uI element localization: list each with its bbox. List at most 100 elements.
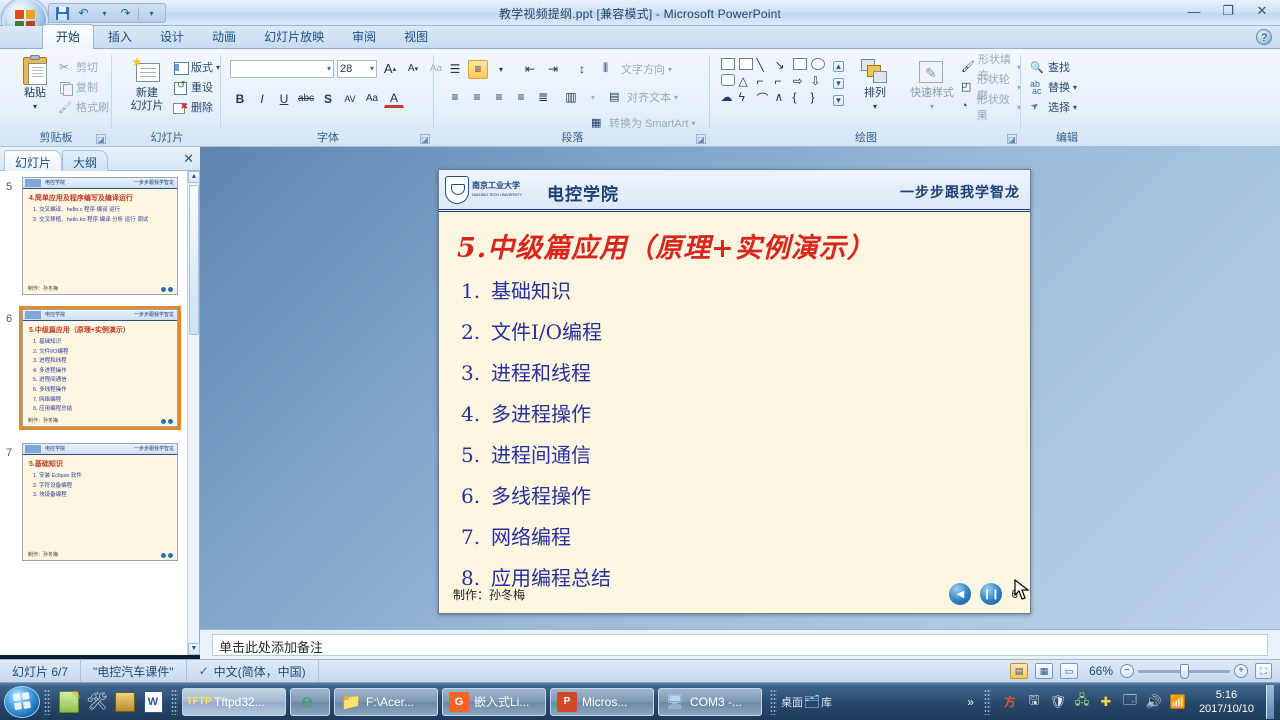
cut-button[interactable]: 剪切 [58,57,109,77]
increase-indent-button[interactable]: ⇥ [543,60,563,79]
toolbar-library-label[interactable]: 库 [821,694,832,710]
numbering-caret-icon[interactable]: ▾ [491,60,511,79]
font-dialog-launcher[interactable]: ◪ [420,134,430,144]
shapes-more-icon[interactable]: ▾ [833,95,844,106]
zoom-level-label[interactable]: 66% [1089,664,1113,678]
shape-arc[interactable]: ∧ [775,90,789,104]
font-color-button[interactable]: A [384,89,404,108]
shape-rounded-rect[interactable] [720,74,735,86]
toolbar-grip[interactable] [44,688,51,715]
zoom-in-button[interactable]: + [1234,664,1248,678]
columns-button[interactable]: ▥ [561,88,581,107]
scroll-thumb[interactable] [189,185,199,335]
library-icon[interactable]: 🗂 [803,693,821,711]
paste-button[interactable]: 粘贴 ▾ [8,55,62,113]
decrease-indent-button[interactable]: ⇤ [520,60,540,79]
scroll-up-icon[interactable]: ▲ [188,171,200,183]
shapes-grid[interactable]: ╲ ↘ △ ⌐ ⌐ ⇨ ⇩ ☁ ϟ ⌒ ∧ { } [719,57,826,106]
notes-input[interactable]: 单击此处添加备注 [212,634,1268,656]
tab-design[interactable]: 设计 [146,24,198,49]
network-icon[interactable]: 🖧 [1073,692,1091,711]
text-direction-button[interactable]: ⫼ 文字方向 ▾ [603,59,672,79]
shape-effects-button[interactable]: ◔ 形状效果 ▾ [961,94,1021,122]
deskband-grip[interactable] [770,688,777,715]
undo-icon[interactable]: ↶ [75,5,92,21]
new-slide-button[interactable]: 新建 幻灯片 [121,57,173,113]
clock[interactable]: 5:16 2017/10/10 [1193,688,1260,716]
tab-insert[interactable]: 插入 [94,24,146,49]
update-icon[interactable]: ✚ [1097,693,1115,711]
undo-dropdown-icon[interactable]: ▾ [96,5,113,21]
shape-down-arrow[interactable]: ⇩ [811,74,825,88]
shape-line[interactable]: ╲ [757,58,771,72]
shapes-gallery[interactable]: ╲ ↘ △ ⌐ ⌐ ⇨ ⇩ ☁ ϟ ⌒ ∧ { } [719,57,826,106]
view-slideshow-button[interactable]: ▭ [1059,663,1078,679]
zoom-slider[interactable]: − + [1120,663,1248,679]
shape-arrow[interactable]: ↘ [775,58,789,72]
drawing-dialog-launcher[interactable]: ◪ [1007,134,1017,144]
zoom-track[interactable] [1138,663,1230,679]
thumbnail-slide-6[interactable]: 电控学院 一步步跟我学智龙 5.中级篇应用（原理+实例演示） 1. 基础知识 2… [19,306,181,430]
start-button[interactable] [4,685,40,718]
shape-right-brace[interactable]: } [811,90,825,104]
find-button[interactable]: 查找 [1030,57,1077,77]
justify-button[interactable]: ≡ [511,88,531,107]
minimize-button[interactable]: — [1182,2,1206,20]
copy-button[interactable]: 复制 [58,77,109,97]
customize-qat-icon[interactable]: ▾ [143,5,160,21]
bold-button[interactable]: B [230,89,250,108]
view-slide-sorter-button[interactable]: ▦ [1034,663,1053,679]
notepad-icon[interactable]: ✎ [55,687,83,717]
align-text-button[interactable]: ▤ 对齐文本 ▾ [609,87,678,107]
zoom-knob[interactable] [1180,663,1189,679]
toolbar-desktop-label[interactable]: 桌面 [781,694,803,710]
shape-left-brace[interactable]: { [793,90,807,104]
volume-icon[interactable]: 🔊 [1145,693,1163,711]
status-theme-name[interactable]: "电控汽车课件" [81,659,187,683]
quick-styles-button[interactable]: ✎ 快速样式 ▾ [903,59,961,113]
slide-pause-button[interactable]: ❙❙ [980,583,1003,605]
thumbnail-list[interactable]: 5 电控学院 一步步跟我学智龙 4.简单应用及程序编写及编译运行 1. 交叉编译… [0,171,188,655]
shield-icon[interactable]: 🛡 [1049,693,1067,711]
security-icon[interactable] [111,687,139,717]
slide-title[interactable]: 5.中级篇应用（原理+实例演示） [457,226,1030,265]
slide-body-list[interactable]: 1. 基础知识 2. 文件I/O编程 3. 进程和线程 4. 多进程操作 5. [461,275,1030,591]
shape-vertical-text[interactable] [738,58,753,70]
sync-icon[interactable]: 🖫 [1025,692,1043,711]
slide-edit-area[interactable]: 南京工业大学 NANJING TECH UNIVERSITY 电控学院 一步步跟… [200,147,1280,629]
taskbar-item-com3[interactable]: 🖥 COM3 -... [658,687,762,716]
shapes-scroll-up-icon[interactable]: ▴ [833,61,844,72]
taskbar-item-tftpd[interactable]: TFTP Tftpd32... [182,687,286,716]
shape-elbow[interactable]: ⌐ [757,74,771,88]
arrange-button[interactable]: 排列 ▾ [851,59,899,113]
fit-to-window-button[interactable]: ⛶ [1255,663,1272,679]
paragraph-dialog-launcher[interactable]: ◪ [696,134,706,144]
text-shadow-button[interactable]: S [318,89,338,108]
notes-pane[interactable]: 单击此处添加备注 [200,629,1280,659]
layout-button[interactable]: 版式 ▾ [173,57,220,77]
zoom-out-button[interactable]: − [1120,664,1134,678]
align-center-button[interactable]: ≡ [467,88,487,107]
restore-button[interactable]: ❐ [1216,2,1240,20]
bullets-button[interactable]: ☰ [445,60,465,79]
shape-cloud[interactable]: ☁ [721,90,735,104]
status-language[interactable]: ✓ 中文(简体，中国) [187,659,319,683]
close-button[interactable]: ✕ [1250,2,1274,20]
show-desktop-button[interactable] [1266,684,1274,719]
taskbar-item-powerpoint[interactable]: P Micros... [550,687,654,716]
columns-caret-icon[interactable]: ▾ [583,88,603,107]
slide-back-button[interactable]: ◀ [949,583,972,605]
tab-review[interactable]: 审阅 [338,24,390,49]
current-slide[interactable]: 南京工业大学 NANJING TECH UNIVERSITY 电控学院 一步步跟… [438,169,1031,614]
shape-freeform[interactable]: ϟ [739,90,753,104]
character-spacing-button[interactable]: AV [340,89,360,108]
shape-elbow-arrow[interactable]: ⌐ [775,74,789,88]
redo-icon[interactable]: ↷ [117,5,134,21]
thumbnail-item[interactable]: 7 电控学院 一步步跟我学智龙 5.基础知识 1. 安装 Eclipse 软件 … [0,443,188,565]
help-icon[interactable]: ? [1256,29,1272,45]
underline-button[interactable]: U [274,89,294,108]
align-left-button[interactable]: ≡ [445,88,465,107]
select-button[interactable]: 选择 ▾ [1030,97,1077,117]
shapes-scroll-down-icon[interactable]: ▾ [833,78,844,89]
change-case-button[interactable]: Aa [362,89,382,108]
